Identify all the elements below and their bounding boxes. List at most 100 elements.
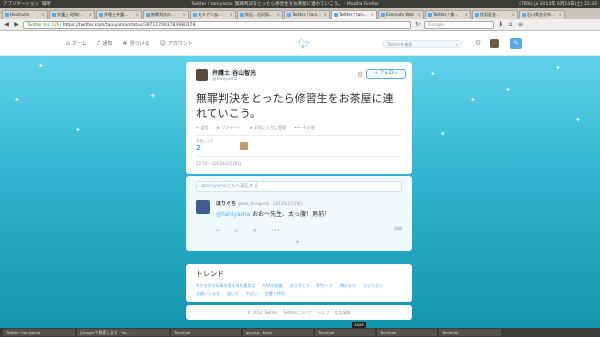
close-icon[interactable]: × xyxy=(324,11,327,19)
more-action[interactable]: ••• その他 xyxy=(294,125,314,131)
close-icon[interactable]: × xyxy=(559,11,562,19)
trend-item[interactable]: 定番と特別 xyxy=(265,291,285,297)
author-screen-name[interactable]: @taniyama xyxy=(212,77,256,82)
taskbar-item[interactable]: Terminal xyxy=(439,329,501,336)
browser-nav-bar: ◀ ▶ Twitter Inc (US) https://twitter.com… xyxy=(0,19,600,31)
browser-tab-active[interactable]: Twitter / tan... × xyxy=(331,10,377,19)
reply-details-link[interactable]: 詳細 xyxy=(394,226,402,232)
browser-tab[interactable]: 吹石…谷沢局... × xyxy=(237,10,283,19)
trend-item[interactable]: AAAの前後 xyxy=(262,283,282,289)
url-bar[interactable]: Twitter Inc (US) https://twitter.com/tan… xyxy=(23,20,411,29)
search-icon[interactable]: ⌕ xyxy=(456,41,458,48)
follow-button[interactable]: + フォロー xyxy=(366,69,406,79)
browser-tab[interactable]: Hootsuite × xyxy=(2,10,48,19)
close-icon[interactable]: × xyxy=(136,11,139,19)
user-actions-gear-icon[interactable]: ⚙ xyxy=(357,71,363,79)
nav-discover[interactable]: # 見つける xyxy=(123,40,150,47)
trend-item[interactable]: 描いて xyxy=(227,291,239,297)
retweet-action[interactable]: ⇄ リツイート xyxy=(217,125,242,131)
star-decoration: ✦ xyxy=(75,126,81,134)
nav-home[interactable]: ⌂ ホーム xyxy=(66,40,87,47)
tweet-text: 無罪判決をとったら修習生をお茶屋に連れていこう。 xyxy=(196,92,394,120)
nav-account[interactable]: ☺ アカウント xyxy=(160,40,193,47)
forward-icon[interactable]: ▶ xyxy=(13,21,20,28)
browser-tab[interactable]: Evernote Web × xyxy=(378,10,424,19)
favorite-action[interactable]: ★ お気に入りに登録 xyxy=(249,125,286,131)
trend-item[interactable]: お願いします xyxy=(196,291,220,297)
tweet-actions: ↩ 返信 ⇄ リツイート ★ お気に入りに登録 ••• その他 xyxy=(196,125,402,131)
star-decoration: ✦ xyxy=(470,96,476,104)
browser-search-input[interactable]: Google xyxy=(424,20,494,29)
reply-icon[interactable]: ↩ xyxy=(216,228,220,234)
reply-input[interactable]: @taniyamaさんへ返信する xyxy=(196,181,402,192)
footer-link-about[interactable]: Twitterについて xyxy=(283,310,312,315)
browser-tab[interactable]: 弁理士弁護... × xyxy=(96,10,142,19)
close-icon[interactable]: × xyxy=(418,11,421,19)
taskbar-item[interactable]: Terminal xyxy=(377,329,437,336)
load-more-icon[interactable]: ▾ xyxy=(296,239,299,246)
footer-link-ads[interactable]: 広告情報 xyxy=(335,310,351,315)
browser-tab[interactable]: 弁護士 昭和(... × xyxy=(49,10,95,19)
gear-icon[interactable]: ⚙ xyxy=(475,39,481,47)
favorites-stats: お気に入り 2 xyxy=(196,139,402,152)
taskbar-item[interactable]: [Googleで検索します - Tw... xyxy=(77,329,169,336)
divider xyxy=(196,156,402,157)
close-icon[interactable]: × xyxy=(183,11,186,19)
footer-copyright: © 2014 Twitter xyxy=(247,310,278,315)
author-avatar[interactable] xyxy=(196,69,208,81)
taskbar-item[interactable]: Terminal xyxy=(315,329,375,336)
reply-tweet[interactable]: ほりぐち @mis_horiguchi · 2013年2月28日 @taniya… xyxy=(196,200,402,231)
close-icon[interactable]: × xyxy=(277,11,280,19)
close-icon[interactable]: × xyxy=(89,11,92,19)
favicon-icon xyxy=(287,13,291,17)
tweet-card: 弁護士 谷山智光 @taniyama ⚙ + フォロー 無罪判決をとったら修習生… xyxy=(186,62,412,174)
more-icon[interactable]: ••• xyxy=(271,228,280,234)
favicon-icon xyxy=(240,13,244,17)
trend-item[interactable]: さようなら xyxy=(363,283,383,289)
browser-tab[interactable]: モキアン@... × xyxy=(190,10,236,19)
trend-item[interactable]: Bfモード xyxy=(317,283,333,289)
menu-icon[interactable]: ≡ xyxy=(517,21,524,28)
close-icon[interactable]: × xyxy=(371,11,374,19)
star-decoration: ✦ xyxy=(555,64,561,72)
user-avatar[interactable] xyxy=(490,39,499,48)
apps-menu[interactable]: アプリケーション xyxy=(3,1,39,7)
close-icon[interactable]: × xyxy=(512,11,515,19)
close-icon[interactable]: × xyxy=(230,11,233,19)
taskbar-item[interactable]: gg-cap - Kaku xyxy=(243,329,313,336)
trend-item[interactable]: ありがとう xyxy=(290,283,310,289)
favorite-icon[interactable]: ★ xyxy=(252,228,256,234)
home-icon[interactable]: ⌂ xyxy=(507,21,514,28)
trend-item[interactable]: #ホモの不祥事を隠す為を意見は xyxy=(196,283,255,289)
browser-tab[interactable]: Twitter / tani... × xyxy=(284,10,330,19)
retweet-icon[interactable]: ⇄ xyxy=(234,228,238,234)
trend-item[interactable]: 俺のまた xyxy=(340,283,356,289)
favicon-icon xyxy=(52,13,56,17)
browser-tab[interactable]: Twitter / 検... × xyxy=(425,10,471,19)
reply-author-name[interactable]: ほりぐち xyxy=(216,201,236,207)
footer-link-help[interactable]: ヘルプ xyxy=(317,310,329,315)
twitter-bird-icon[interactable]: 🐦︎ xyxy=(298,40,309,50)
favorites-count[interactable]: 2 xyxy=(196,144,214,152)
trend-item[interactable]: やばい xyxy=(246,291,258,297)
close-icon[interactable]: × xyxy=(42,11,45,19)
browser-tab[interactable]: 石川県金沢市... × xyxy=(519,10,565,19)
twitter-search-input[interactable]: Twitterを検索 ⌕ xyxy=(382,40,462,48)
favoriter-avatar[interactable] xyxy=(239,141,248,150)
reply-action[interactable]: ↩ 返信 xyxy=(196,125,209,131)
browser-tab[interactable]: 伏見区金... × xyxy=(472,10,518,19)
taskbar-item[interactable]: Twitter / taniyama xyxy=(3,329,75,336)
author-name[interactable]: 弁護士 谷山智光 xyxy=(212,68,256,77)
reply-avatar[interactable] xyxy=(196,200,210,214)
reply-screen-name[interactable]: @mis_horiguchi · 2013年2月28日 xyxy=(238,201,303,206)
back-icon[interactable]: ◀ xyxy=(3,21,10,28)
browser-tab[interactable]: 無罪判決の... × xyxy=(143,10,189,19)
places-menu[interactable]: 場所 xyxy=(42,1,51,7)
reload-icon[interactable]: ↻ xyxy=(414,21,421,28)
compose-tweet-button[interactable]: ✎ xyxy=(510,38,522,49)
home-icon: ⌂ xyxy=(66,39,70,47)
nav-notifications[interactable]: ♪ 通知 xyxy=(97,40,113,47)
close-icon[interactable]: × xyxy=(465,11,468,19)
taskbar-item[interactable]: Terminal xyxy=(171,329,241,336)
download-icon[interactable]: ⬇ xyxy=(497,21,504,28)
